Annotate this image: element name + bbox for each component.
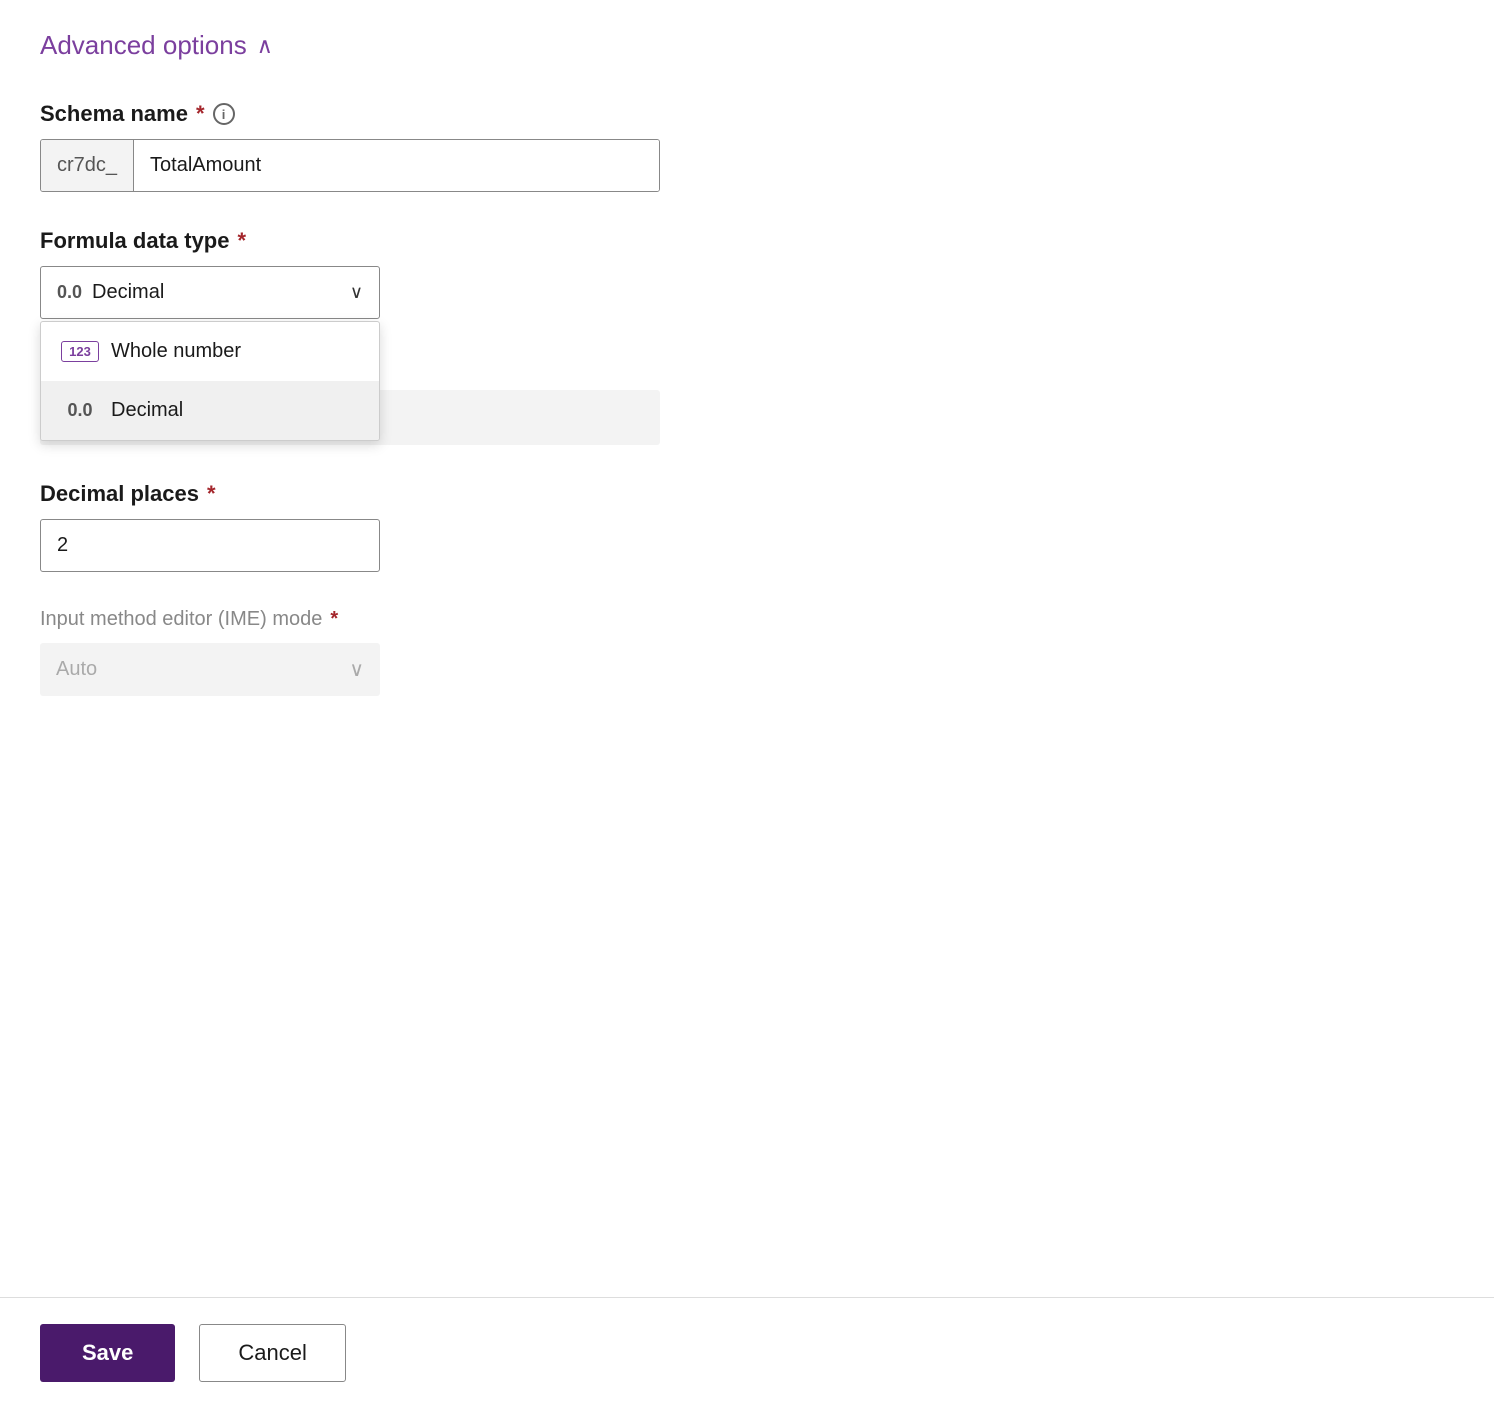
decimal-label: Decimal	[111, 399, 183, 422]
formula-data-type-selected-label: Decimal	[92, 281, 164, 304]
schema-name-section: Schema name * i cr7dc_	[40, 101, 810, 192]
schema-name-input[interactable]	[134, 140, 659, 191]
schema-name-info-icon[interactable]: i	[213, 103, 235, 125]
ime-mode-dropdown[interactable]: Auto ∨	[40, 643, 380, 696]
whole-number-label: Whole number	[111, 340, 241, 363]
schema-name-label: Schema name * i	[40, 101, 810, 127]
schema-name-prefix: cr7dc_	[41, 140, 134, 191]
formula-data-type-required: *	[237, 228, 246, 254]
whole-number-icon: 123	[61, 341, 99, 362]
dropdown-option-decimal[interactable]: 0.0 Decimal	[41, 381, 379, 440]
formula-data-type-selected[interactable]: 0.0 Decimal ∨	[40, 266, 380, 319]
action-bar: Save Cancel	[0, 1297, 1494, 1407]
ime-mode-value: Auto	[56, 658, 97, 681]
formula-data-type-chevron-icon: ∨	[350, 282, 363, 303]
ime-mode-required: *	[330, 608, 338, 631]
ime-mode-label: Input method editor (IME) mode *	[40, 608, 810, 631]
decimal-places-section: Decimal places *	[40, 481, 810, 572]
decimal-places-label: Decimal places *	[40, 481, 810, 507]
save-button[interactable]: Save	[40, 1324, 175, 1382]
decimal-selected-icon: 0.0	[57, 282, 82, 303]
schema-name-input-wrapper: cr7dc_	[40, 139, 660, 192]
advanced-options-chevron-icon: ∧	[257, 35, 273, 57]
formula-data-type-label: Formula data type *	[40, 228, 810, 254]
cancel-button[interactable]: Cancel	[199, 1324, 345, 1382]
schema-name-required: *	[196, 101, 205, 127]
decimal-places-required: *	[207, 481, 216, 507]
formula-data-type-menu: 123 Whole number 0.0 Decimal	[40, 321, 380, 441]
formula-data-type-dropdown[interactable]: 0.0 Decimal ∨ 123 Whole number 0.0 Decim…	[40, 266, 380, 319]
dropdown-option-whole-number[interactable]: 123 Whole number	[41, 322, 379, 381]
ime-mode-section: Input method editor (IME) mode * Auto ∨	[40, 608, 810, 696]
formula-data-type-section: Formula data type * 0.0 Decimal ∨ 123 Wh…	[40, 228, 810, 319]
advanced-options-section[interactable]: Advanced options ∧	[40, 30, 810, 61]
advanced-options-label: Advanced options	[40, 30, 247, 61]
ime-mode-chevron-icon: ∨	[349, 657, 364, 682]
decimal-option-icon: 0.0	[61, 400, 99, 421]
decimal-places-input[interactable]	[40, 519, 380, 572]
